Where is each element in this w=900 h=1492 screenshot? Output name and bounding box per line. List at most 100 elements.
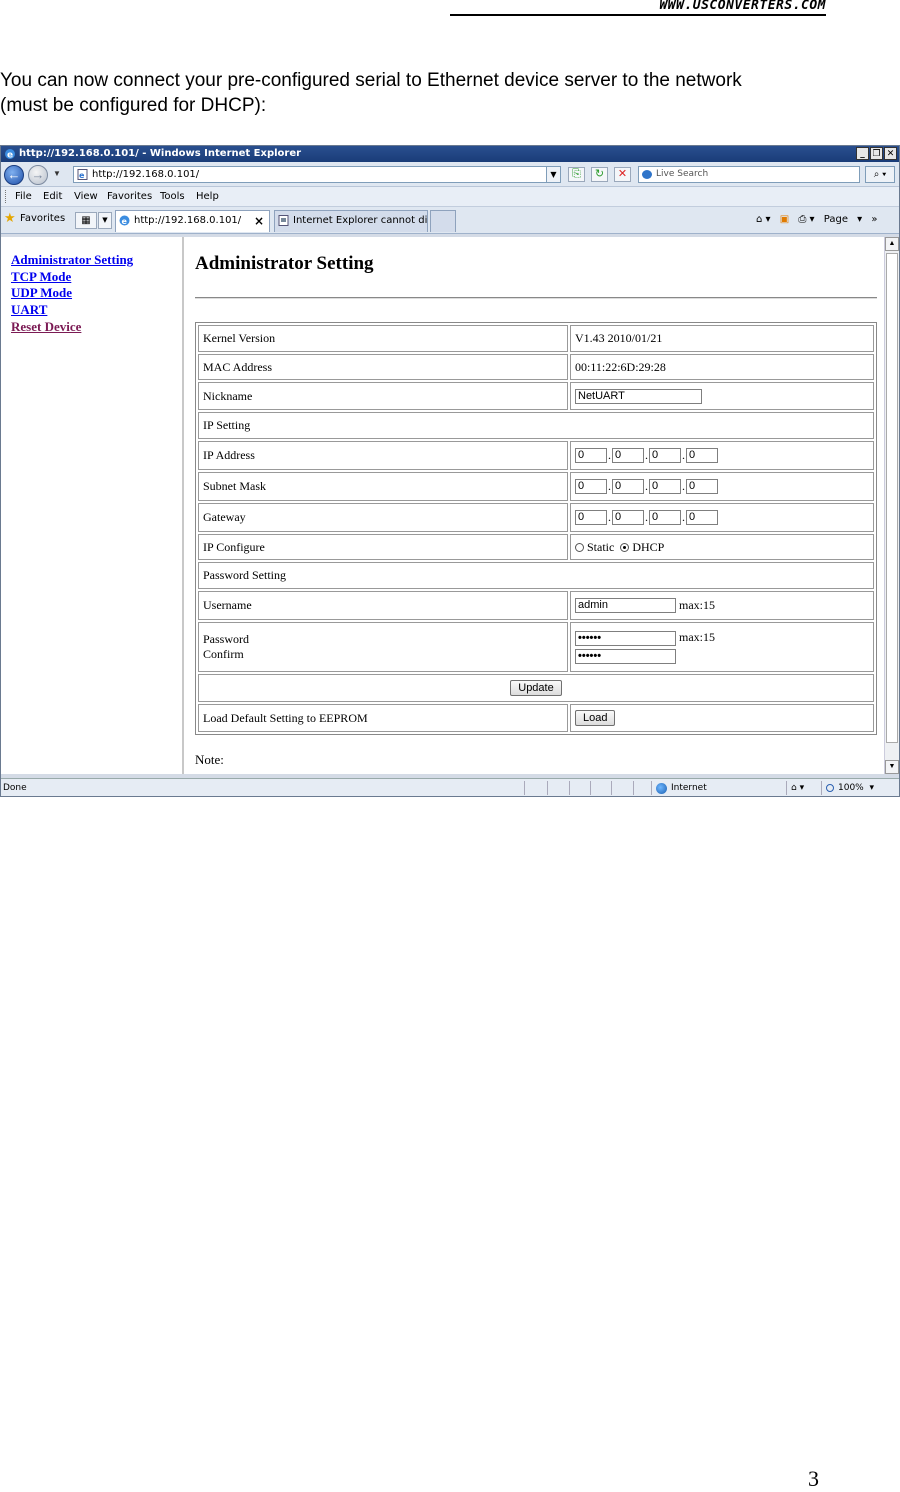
table-row: Nickname NetUART	[198, 382, 874, 410]
ip-address-label: IP Address	[198, 441, 568, 470]
table-row: MAC Address 00:11:22:6D:29:28	[198, 354, 874, 380]
nav-link-administrator-setting[interactable]: Administrator Setting	[11, 252, 133, 269]
load-button[interactable]: Load	[575, 710, 616, 726]
gateway-octet-3[interactable]: 0	[649, 510, 681, 526]
more-chevron-icon[interactable]: »	[871, 214, 877, 225]
refresh-icon[interactable]: ↻	[591, 167, 608, 182]
gateway-octet-2[interactable]: 0	[612, 510, 644, 526]
history-dropdown-icon[interactable]: ▼	[53, 169, 61, 178]
password-label: Password	[203, 632, 250, 646]
compatibility-icon[interactable]: ⎘	[568, 167, 585, 182]
status-divider	[821, 781, 822, 795]
table-row: IP Address 0.0.0.0	[198, 441, 874, 470]
dhcp-radio[interactable]	[620, 543, 630, 553]
nickname-field[interactable]: NetUART	[575, 388, 702, 404]
menu-favorites[interactable]: Favorites	[107, 187, 152, 206]
status-bar: Done Internet ⌂ ▾ 100% ▾	[1, 778, 899, 796]
ip-octet-1[interactable]: 0	[575, 448, 607, 464]
status-text: Done	[3, 783, 27, 793]
username-field[interactable]: admin	[575, 598, 676, 614]
tab-error[interactable]: Internet Explorer cannot dis...	[274, 210, 428, 232]
security-zone[interactable]: Internet	[656, 779, 707, 796]
gateway-octet-1[interactable]: 0	[575, 510, 607, 526]
update-button[interactable]: Update	[510, 680, 562, 696]
back-button[interactable]: ←	[4, 165, 24, 185]
menu-edit[interactable]: Edit	[43, 187, 62, 206]
tab-current[interactable]: e http://192.168.0.101/ ×	[115, 210, 270, 232]
page-content: Administrator Setting TCP Mode UDP Mode …	[1, 237, 899, 774]
page-menu[interactable]: Page ▾	[824, 214, 862, 225]
gateway-octet-4[interactable]: 0	[686, 510, 718, 526]
menu-tools[interactable]: Tools	[160, 187, 185, 206]
ip-octet-4[interactable]: 0	[686, 448, 718, 464]
address-url: http://192.168.0.101/	[92, 169, 200, 180]
address-input[interactable]: e http://192.168.0.101/ ▼	[73, 166, 561, 183]
subnet-octet-2[interactable]: 0	[612, 479, 644, 495]
restore-button[interactable]: ❐	[870, 147, 883, 160]
password-field[interactable]: ••••••	[575, 631, 676, 646]
browser-window: e http://192.168.0.101/ - Windows Intern…	[0, 145, 900, 797]
search-button[interactable]: ⌕ ▾	[865, 166, 895, 183]
print-icon[interactable]: ⎙ ▾	[798, 214, 814, 225]
subnet-octet-3[interactable]: 0	[649, 479, 681, 495]
gateway-fields: 0.0.0.0	[570, 503, 874, 532]
home-icon[interactable]: ⌂ ▾	[756, 214, 771, 225]
close-window-button[interactable]: ✕	[884, 147, 897, 160]
tab-bar: ★ Favorites ▦ ▼ e http://192.168.0.101/ …	[1, 207, 899, 234]
static-radio-label: Static	[587, 539, 615, 554]
scroll-thumb[interactable]	[886, 253, 898, 743]
new-tab-button[interactable]	[430, 210, 456, 232]
intro-line-1: You can now connect your pre-configured …	[0, 70, 742, 91]
ip-configure-label: IP Configure	[198, 534, 568, 560]
protected-mode-icon[interactable]: ⌂ ▾	[791, 779, 804, 796]
table-row: Password Confirm •••••• max:15 ••••••	[198, 622, 874, 672]
status-divider	[524, 781, 525, 795]
status-divider	[633, 781, 634, 795]
forward-arrow-icon: →	[31, 167, 45, 182]
table-row: Username admin max:15	[198, 591, 874, 620]
settings-table: Kernel Version V1.43 2010/01/21 MAC Addr…	[195, 322, 877, 735]
feeds-icon[interactable]: ▣	[780, 214, 789, 225]
stop-icon[interactable]: ✕	[614, 167, 631, 182]
subnet-octet-4[interactable]: 0	[686, 479, 718, 495]
menu-bar: File Edit View Favorites Tools Help	[1, 187, 899, 207]
ip-octet-3[interactable]: 0	[649, 448, 681, 464]
menu-file[interactable]: File	[15, 187, 32, 206]
nav-link-reset-device[interactable]: Reset Device	[11, 319, 133, 336]
nav-link-udp-mode[interactable]: UDP Mode	[11, 285, 133, 302]
gateway-label: Gateway	[198, 503, 568, 532]
vertical-scrollbar[interactable]: ▲ ▼	[884, 237, 899, 774]
subnet-octet-1[interactable]: 0	[575, 479, 607, 495]
nav-link-uart[interactable]: UART	[11, 302, 133, 319]
svg-text:e: e	[122, 217, 128, 226]
search-placeholder: Live Search	[656, 169, 709, 179]
scroll-down-icon[interactable]: ▼	[885, 760, 899, 774]
tab-list-dropdown-icon[interactable]: ▼	[98, 212, 112, 229]
ip-octet-2[interactable]: 0	[612, 448, 644, 464]
nav-link-tcp-mode[interactable]: TCP Mode	[11, 269, 133, 286]
menu-help[interactable]: Help	[196, 187, 219, 206]
site-header-url: WWW.USCONVERTERS.COM	[450, 0, 826, 16]
star-icon: ★	[4, 211, 16, 226]
status-divider	[611, 781, 612, 795]
table-row: Gateway 0.0.0.0	[198, 503, 874, 532]
username-label: Username	[198, 591, 568, 620]
static-radio[interactable]	[575, 543, 584, 553]
quick-tabs-button[interactable]: ▦	[75, 212, 97, 229]
scroll-up-icon[interactable]: ▲	[885, 237, 899, 251]
dhcp-radio-label: DHCP	[632, 539, 665, 554]
status-divider	[590, 781, 591, 795]
forward-button[interactable]: →	[28, 165, 48, 185]
menu-view[interactable]: View	[74, 187, 98, 206]
search-input[interactable]: Live Search	[638, 166, 860, 183]
confirm-field[interactable]: ••••••	[575, 648, 676, 664]
password-section-heading: Password Setting	[198, 562, 874, 589]
address-dropdown-icon[interactable]: ▼	[546, 167, 560, 182]
subnet-fields: 0.0.0.0	[570, 472, 874, 501]
minimize-button[interactable]: _	[856, 147, 869, 160]
zoom-control[interactable]: 100% ▾	[826, 779, 874, 796]
close-tab-icon[interactable]: ×	[254, 211, 264, 231]
zoom-level: 100%	[838, 783, 864, 793]
favorites-button[interactable]: ★ Favorites	[4, 212, 65, 226]
ie-tab-icon: e	[119, 215, 130, 226]
